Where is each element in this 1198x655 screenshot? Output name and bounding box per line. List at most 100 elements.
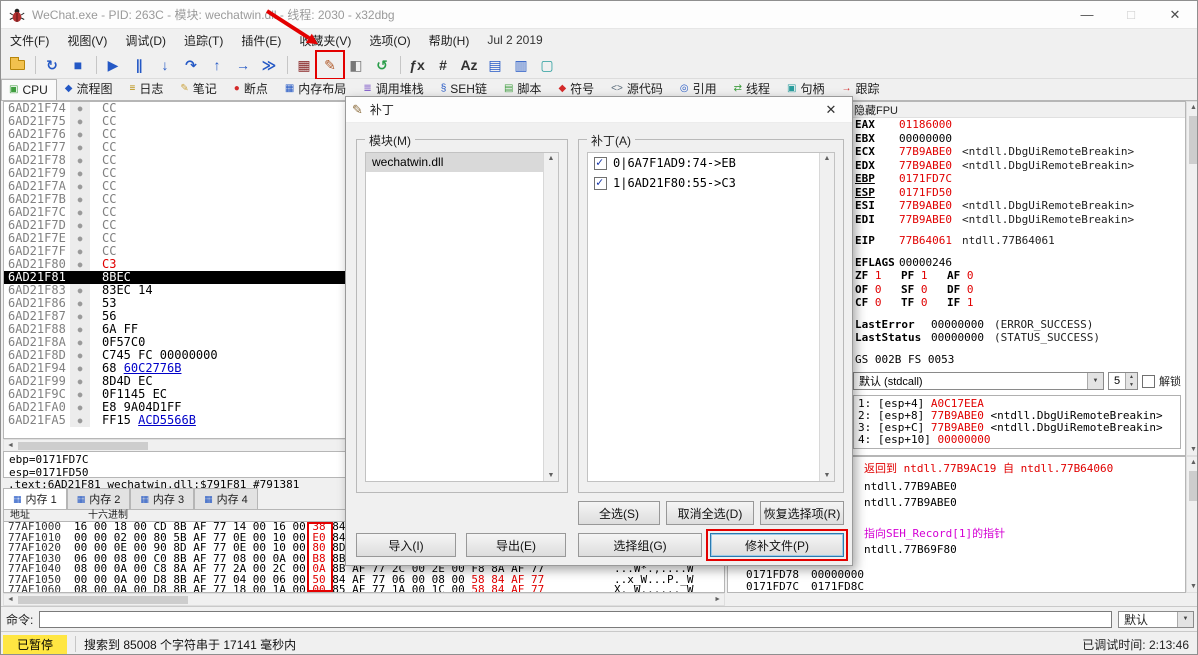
register-value[interactable]: 01186000 xyxy=(899,118,952,131)
restore-selection-button[interactable]: 恢复选择项(R) xyxy=(760,501,844,525)
flag-IF[interactable]: IF 1 xyxy=(947,296,993,310)
scroll-down-arrow-icon[interactable]: ▼ xyxy=(1187,446,1197,453)
patch-list-item[interactable]: 1|6AD21F80:55->C3 xyxy=(588,173,819,193)
menu-item-0[interactable]: 文件(F) xyxy=(1,29,58,52)
flag-PF[interactable]: PF 1 xyxy=(901,269,947,283)
menu-item-6[interactable]: 选项(O) xyxy=(360,29,419,52)
memory-map-icon[interactable]: ▥ xyxy=(509,53,533,77)
register-value[interactable]: 0171FD50 xyxy=(899,186,952,199)
maximize-button[interactable]: □ xyxy=(1109,1,1153,28)
memory-tab-dump3[interactable]: ▦ 内存 3 xyxy=(130,488,195,509)
scroll-up-arrow-icon[interactable]: ▲ xyxy=(544,155,558,162)
menu-item-4[interactable]: 插件(E) xyxy=(232,29,290,52)
menu-item-1[interactable]: 视图(V) xyxy=(58,29,116,52)
restart-icon[interactable]: ↻ xyxy=(40,53,64,77)
patch-list-item[interactable]: 0|6A7F1AD9:74->EB xyxy=(588,153,819,173)
dialog-close-icon[interactable]: ✕ xyxy=(816,97,846,122)
module-list-item[interactable]: wechatwin.dll xyxy=(366,153,543,172)
scroll-left-arrow-icon[interactable]: ◄ xyxy=(7,596,14,603)
breakpoint-gutter[interactable]: ● xyxy=(70,284,90,297)
register-value[interactable]: 77B9ABE0 xyxy=(899,213,952,226)
breakpoint-gutter[interactable]: ● xyxy=(70,115,90,128)
tab-breakpoints[interactable]: ● 断点 xyxy=(226,76,277,100)
chevron-down-icon[interactable]: ▼ xyxy=(1177,611,1193,627)
stack-vertical-scrollbar[interactable]: ▲ ▼ xyxy=(1186,456,1197,593)
flag-AF[interactable]: AF 0 xyxy=(947,269,993,283)
fx-icon[interactable]: ƒx xyxy=(405,53,429,77)
patch-icon[interactable]: ✎ xyxy=(315,49,345,80)
minimize-button[interactable]: — xyxy=(1065,1,1109,28)
scroll-down-arrow-icon[interactable]: ▼ xyxy=(820,472,834,479)
breakpoint-gutter[interactable]: ● xyxy=(70,219,90,232)
flag-SF[interactable]: SF 0 xyxy=(901,283,947,297)
flag-ZF[interactable]: ZF 1 xyxy=(855,269,901,283)
tab-memory-map[interactable]: ▦ 内存布局 xyxy=(277,76,355,100)
command-profile-select[interactable]: 默认 ▼ xyxy=(1118,610,1194,628)
scrollbar-thumb[interactable] xyxy=(1189,471,1197,501)
flag-CF[interactable]: CF 0 xyxy=(855,296,901,310)
breakpoint-gutter[interactable]: ● xyxy=(70,180,90,193)
register-value[interactable]: 00000000 xyxy=(931,331,984,344)
az-icon[interactable]: Az xyxy=(457,53,481,77)
breakpoint-gutter[interactable]: ● xyxy=(70,102,90,115)
breakpoint-gutter[interactable]: ● xyxy=(70,362,90,375)
memory-tab-dump1[interactable]: ▦ 内存 1 xyxy=(3,488,67,509)
graph-icon[interactable]: ▤ xyxy=(483,53,507,77)
memory-tab-dump4[interactable]: ▦ 内存 4 xyxy=(194,488,258,509)
scroll-down-arrow-icon[interactable]: ▼ xyxy=(544,472,558,479)
animate-icon[interactable]: ≫ xyxy=(257,53,281,77)
deselect-all-button[interactable]: 取消全选(D) xyxy=(666,501,754,525)
step-into-icon[interactable]: ↓ xyxy=(153,53,177,77)
spinner-arrows-icon[interactable]: ▲ ▼ xyxy=(1125,373,1137,389)
tab-graph[interactable]: ◆ 流程图 xyxy=(57,76,122,100)
breakpoint-gutter[interactable]: ● xyxy=(70,414,90,427)
step-over-icon[interactable]: ↷ xyxy=(179,53,203,77)
hide-fpu-toggle[interactable]: 隐藏FPU xyxy=(849,102,1185,118)
run-icon[interactable]: ▶ xyxy=(101,53,125,77)
hash-icon[interactable]: # xyxy=(431,53,455,77)
screen-icon[interactable]: ▢ xyxy=(535,53,559,77)
breakpoint-gutter[interactable]: ● xyxy=(70,232,90,245)
chevron-down-icon[interactable]: ▼ xyxy=(1087,373,1103,389)
register-value[interactable]: 00000000 xyxy=(899,132,952,145)
memory-tab-dump2[interactable]: ▦ 内存 2 xyxy=(66,488,131,509)
close-button[interactable]: ✕ xyxy=(1153,1,1197,28)
breakpoint-gutter[interactable]: ● xyxy=(70,154,90,167)
breakpoint-gutter[interactable]: ● xyxy=(70,193,90,206)
list-scrollbar[interactable]: ▲ ▼ xyxy=(819,153,834,481)
tab-log[interactable]: ≡ 日志 xyxy=(122,76,173,100)
scroll-up-arrow-icon[interactable]: ▲ xyxy=(1187,459,1197,466)
breakpoint-gutter[interactable]: ● xyxy=(70,310,90,323)
patch-checkbox[interactable] xyxy=(594,175,607,190)
breakpoint-gutter[interactable]: ● xyxy=(70,323,90,336)
registers-vertical-scrollbar[interactable]: ▲ ▼ xyxy=(1186,101,1197,456)
calling-convention-select[interactable]: 默认 (stdcall) ▼ xyxy=(853,372,1104,390)
unlock-checkbox[interactable]: 解锁 xyxy=(1142,373,1181,389)
import-button[interactable]: 导入(I) xyxy=(356,533,456,557)
breakpoint-gutter[interactable]: ● xyxy=(70,401,90,414)
patch-checkbox[interactable] xyxy=(594,155,607,170)
register-value[interactable]: 77B9ABE0 xyxy=(899,199,952,212)
scroll-up-arrow-icon[interactable]: ▲ xyxy=(820,155,834,162)
scrollbar-thumb[interactable] xyxy=(18,442,148,450)
breakpoint-gutter[interactable]: ● xyxy=(70,245,90,258)
breakpoint-gutter[interactable]: ● xyxy=(70,206,90,219)
list-scrollbar[interactable]: ▲ ▼ xyxy=(543,153,558,481)
register-value[interactable]: 77B9ABE0 xyxy=(899,145,952,158)
tab-cpu[interactable]: ▣ CPU xyxy=(1,79,57,100)
menu-item-2[interactable]: 调试(D) xyxy=(116,29,175,52)
stop-icon[interactable]: ■ xyxy=(66,53,90,77)
pause-icon[interactable]: ∥ xyxy=(127,53,151,77)
patch-file-button[interactable]: 修补文件(P) xyxy=(706,529,848,561)
select-all-button[interactable]: 全选(S) xyxy=(578,501,660,525)
breakpoint-gutter[interactable]: ● xyxy=(70,349,90,362)
flag-TF[interactable]: TF 0 xyxy=(901,296,947,310)
breakpoint-gutter[interactable]: ● xyxy=(70,388,90,401)
scroll-up-arrow-icon[interactable]: ▲ xyxy=(1187,104,1197,111)
flag-OF[interactable]: OF 0 xyxy=(855,283,901,297)
register-value[interactable]: 00000000 xyxy=(931,318,984,331)
breakpoint-gutter[interactable]: ● xyxy=(70,128,90,141)
register-value[interactable]: 77B9ABE0 xyxy=(899,159,952,172)
menu-item-5[interactable]: 收藏夹(V) xyxy=(290,29,360,52)
run-to-cursor-icon[interactable]: → xyxy=(231,53,255,77)
